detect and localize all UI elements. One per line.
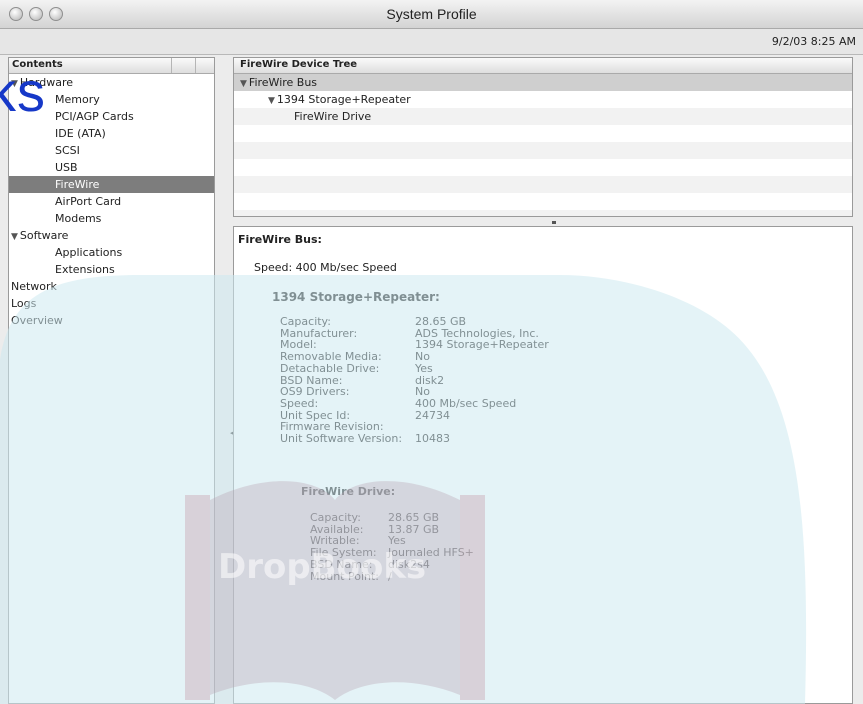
property-value: Yes (415, 361, 433, 375)
device-tree-label: FireWire Drive (294, 110, 372, 123)
sidebar-item-airport-card[interactable]: AirPort Card (9, 193, 214, 210)
contents-sidebar: Contents ▼ Hardware Memory PCI/AGP Cards IDE… (8, 57, 215, 704)
sidebar-item-overview[interactable]: Overview (11, 312, 214, 329)
property-label: Detachable Drive: (280, 361, 380, 375)
device-tree-label: FireWire Bus (248, 76, 318, 89)
sidebar-item-label: Applications (55, 246, 123, 259)
disclosure-triangle-icon[interactable]: ▼ (240, 79, 247, 89)
sidebar-item-label: Overview (11, 314, 63, 327)
split-view-handle[interactable]: ◀ (215, 57, 235, 704)
bus-speed: Speed: 400 Mb/sec Speed (254, 261, 397, 274)
title-bar[interactable]: System Profile (0, 0, 863, 29)
property-label: Mount Point: (310, 569, 379, 583)
property-value: disk2s4 (388, 557, 430, 571)
split-grip-icon[interactable] (552, 221, 556, 224)
device-title: 1394 Storage+Repeater: (272, 290, 440, 304)
property-value: 24734 (415, 408, 450, 422)
device-tree-header-label: FireWire Device Tree (240, 59, 358, 70)
sidebar-item-label: SCSI (55, 144, 80, 157)
sidebar-item-label: FireWire (55, 178, 100, 191)
sidebar-item-network[interactable]: Network (11, 278, 214, 295)
device-tree-row-stripe (234, 159, 852, 176)
sidebar-item-memory[interactable]: Memory (9, 91, 214, 108)
sidebar-item-hardware[interactable]: ▼ Hardware (11, 74, 214, 91)
device-tree-panel: FireWire Device Tree ▼ FireWire Bus ▼ 1394 … (233, 57, 853, 217)
device-tree-row[interactable]: FireWire Drive (294, 108, 371, 125)
sidebar-item-usb[interactable]: USB (9, 159, 214, 176)
property-value: / (388, 569, 392, 583)
sidebar-item-applications[interactable]: Applications (9, 244, 214, 261)
property-label: BSD Name: (310, 557, 373, 571)
device-tree-row-stripe (234, 125, 852, 142)
sidebar-item-label: Memory (55, 93, 100, 106)
contents-header[interactable]: Contents (9, 58, 214, 74)
disclosure-triangle-icon[interactable]: ▼ (11, 232, 18, 242)
horizontal-split-handle[interactable] (233, 217, 853, 226)
sidebar-item-label: Logs (11, 297, 37, 310)
sidebar-item-label: Modems (55, 212, 102, 225)
property-label: Unit Software Version: (280, 432, 403, 445)
device-tree-row-stripe (234, 176, 852, 193)
column-divider[interactable] (195, 58, 196, 73)
system-profile-window: System Profile 9/2/03 8:25 AM Contents ▼… (0, 0, 863, 704)
disclosure-triangle-icon[interactable]: ▼ (268, 96, 275, 106)
device-tree-row-stripe (234, 142, 852, 159)
sidebar-item-pci-agp-cards[interactable]: PCI/AGP Cards (9, 108, 214, 125)
device-tree-row[interactable]: ▼ 1394 Storage+Repeater (268, 91, 411, 108)
timestamp: 9/2/03 8:25 AM (771, 35, 856, 48)
sidebar-item-label: Extensions (55, 263, 115, 276)
device-tree-row-stripe (234, 210, 852, 216)
sidebar-item-modems[interactable]: Modems (9, 210, 214, 227)
sidebar-item-label: Network (11, 280, 57, 293)
device-tree-label: 1394 Storage+Repeater (276, 93, 411, 106)
toolbar: 9/2/03 8:25 AM (0, 29, 863, 55)
disclosure-triangle-icon[interactable]: ▼ (11, 79, 18, 89)
sidebar-item-scsi[interactable]: SCSI (9, 142, 214, 159)
property-value: 1394 Storage+Repeater (415, 338, 549, 352)
sidebar-item-label: PCI/AGP Cards (55, 110, 134, 123)
sidebar-item-label: AirPort Card (55, 195, 122, 208)
sidebar-item-software[interactable]: ▼ Software (11, 227, 214, 244)
contents-header-label: Contents (12, 59, 63, 70)
bus-title: FireWire Bus: (238, 233, 322, 246)
property-value: 10483 (415, 432, 450, 445)
drive-title: FireWire Drive: (301, 485, 396, 498)
window-title: System Profile (386, 6, 477, 22)
column-divider[interactable] (171, 58, 172, 73)
details-panel: FireWire Bus: Speed: 400 Mb/sec Speed 13… (233, 226, 853, 704)
sidebar-item-label: IDE (ATA) (55, 127, 106, 140)
device-tree-row-stripe (234, 193, 852, 210)
device-tree-row-stripe (234, 74, 852, 91)
sidebar-item-firewire[interactable]: FireWire (9, 176, 214, 193)
sidebar-item-label: Hardware (19, 76, 74, 89)
sidebar-item-label: Software (19, 229, 69, 242)
sidebar-item-label: USB (55, 161, 78, 174)
device-tree-header[interactable]: FireWire Device Tree (234, 58, 852, 74)
device-tree-row[interactable]: ▼ FireWire Bus (240, 74, 317, 91)
sidebar-item-extensions[interactable]: Extensions (9, 261, 214, 278)
sidebar-item-ide-ata[interactable]: IDE (ATA) (9, 125, 214, 142)
sidebar-item-logs[interactable]: Logs (11, 295, 214, 312)
